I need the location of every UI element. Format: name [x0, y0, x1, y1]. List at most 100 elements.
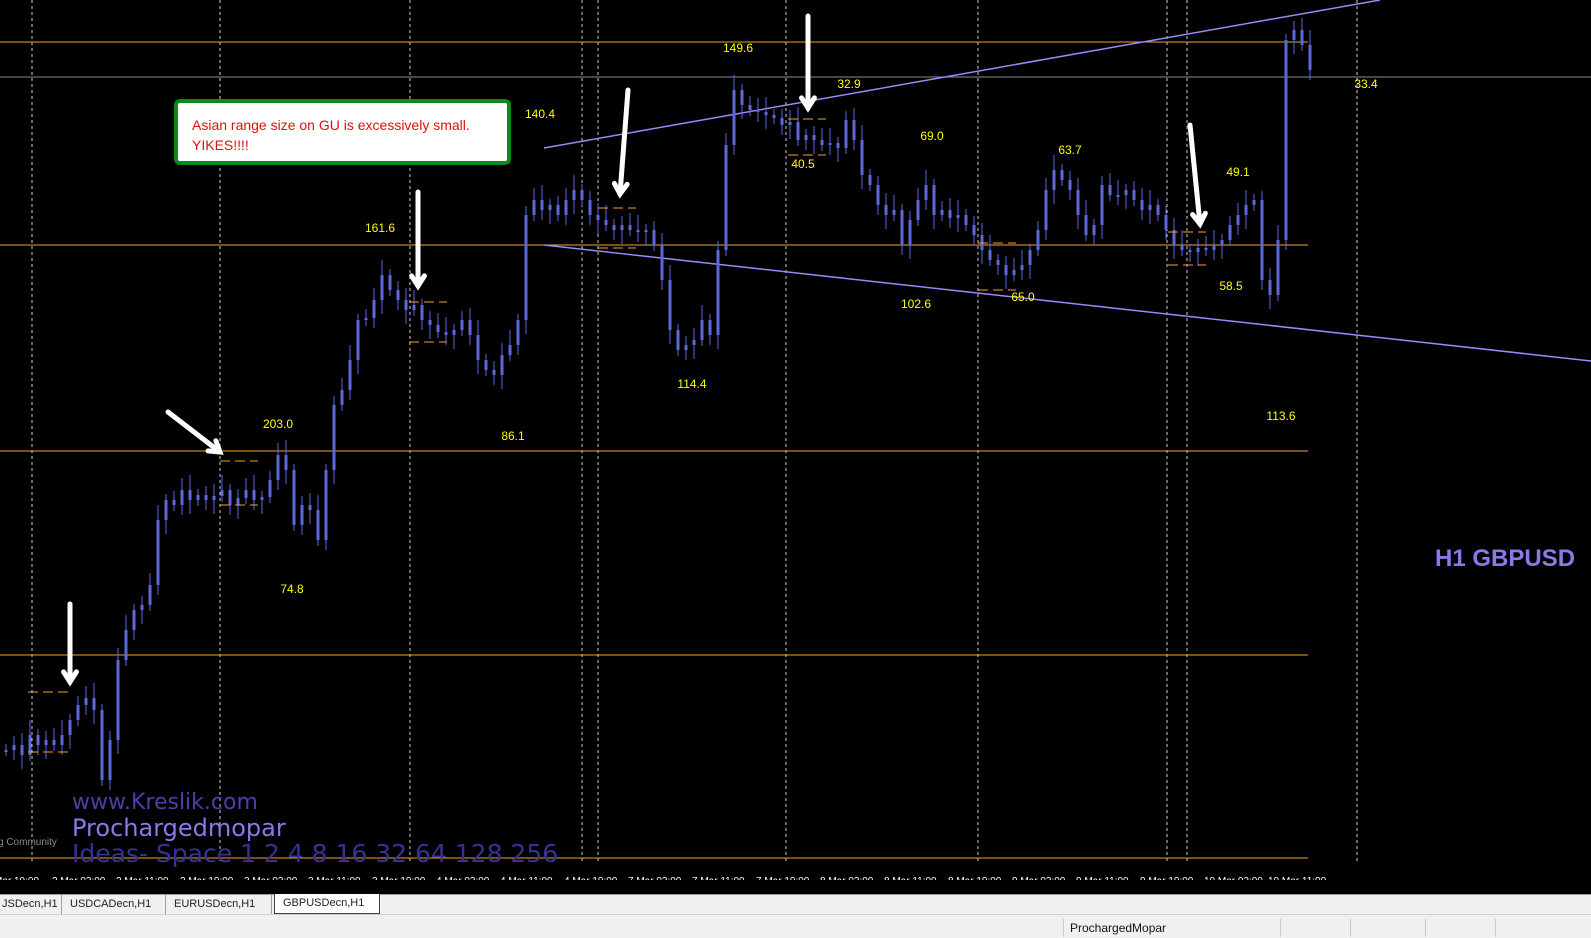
candle-body [452, 330, 456, 335]
candle-body [876, 185, 880, 205]
candle-body [444, 332, 448, 335]
candle-body [316, 510, 320, 540]
candle-body [900, 210, 904, 245]
candle-body [132, 610, 136, 630]
candle-body [36, 735, 40, 745]
range-size-label: 40.5 [791, 157, 815, 171]
annotation-callout: Asian range size on GU is excessively sm… [174, 99, 511, 165]
candle-body [812, 135, 816, 140]
time-axis-label: 8 Mar 11:00 [884, 876, 937, 880]
candle-body [204, 495, 208, 500]
candle-body [1132, 190, 1136, 200]
candle-body [188, 490, 192, 500]
candle-body [916, 200, 920, 220]
status-cell-empty-4 [1495, 919, 1591, 937]
status-cell-empty-1 [1280, 919, 1347, 937]
time-axis-label: 2 Mar 19:00 [180, 876, 233, 880]
status-profile: ProchargedMopar [1063, 919, 1280, 937]
range-size-label: 86.1 [501, 429, 525, 443]
candle-body [676, 330, 680, 350]
candle-body [1020, 265, 1024, 270]
candle-body [236, 498, 240, 505]
time-axis-label: 7 Mar 11:00 [692, 876, 745, 880]
candle-body [284, 455, 288, 470]
candle-body [612, 225, 616, 230]
candle-body [348, 360, 352, 390]
time-axis-label: 3 Mar 03:00 [244, 876, 297, 880]
candle-body [956, 215, 960, 218]
candle-body [76, 705, 80, 720]
candle-body [1268, 280, 1272, 295]
candle-body [908, 220, 912, 245]
time-axis-label: 10 Mar 11:00 [1268, 876, 1326, 880]
candle-body [596, 215, 600, 220]
candle-body [492, 370, 496, 375]
tab-usdcadecn[interactable]: USDCADecn,H1 [62, 895, 166, 914]
candle-body [20, 745, 24, 755]
candle-body [468, 320, 472, 335]
candle-body [700, 320, 704, 340]
range-size-label: 114.4 [677, 377, 707, 391]
candle-body [620, 225, 624, 230]
candle-body [756, 110, 760, 112]
status-cell-empty-2 [1350, 919, 1427, 937]
candle-body [1308, 45, 1312, 70]
candle-body [68, 720, 72, 735]
candle-body [52, 740, 56, 745]
candle-body [716, 250, 720, 335]
chart-area[interactable]: Asian range size on GU is excessively sm… [0, 0, 1591, 880]
candle-body [460, 320, 464, 330]
callout-line-2: YIKES!!!! [192, 137, 249, 153]
candle-body [324, 470, 328, 540]
candle-body [924, 185, 928, 200]
candle-body [836, 143, 840, 148]
time-axis-label: 9 Mar 11:00 [1076, 876, 1129, 880]
candle-body [572, 190, 576, 200]
candle-body [764, 112, 768, 115]
candle-body [84, 698, 88, 705]
candle-body [820, 140, 824, 145]
candle-body [724, 145, 728, 250]
candle-body [732, 90, 736, 145]
candle-body [100, 710, 104, 780]
time-axis-label: 3 Mar 19:00 [372, 876, 425, 880]
candle-body [1068, 180, 1072, 190]
range-size-label: 161.6 [364, 221, 396, 235]
arrow-annotation-icon [1187, 122, 1203, 227]
tab-eurusdecn[interactable]: EURUSDecn,H1 [166, 895, 272, 914]
candle-body [244, 490, 248, 498]
time-axis-label: 9 Mar 19:00 [1140, 876, 1193, 880]
candle-body [420, 305, 424, 320]
time-axis-label: Mar 19:00 [0, 876, 39, 880]
candle-body [428, 320, 432, 325]
candle-body [476, 335, 480, 360]
candle-body [972, 225, 976, 235]
candle-body [660, 245, 664, 280]
tab-gbpusdecn[interactable]: GBPUSDecn,H1 [274, 894, 380, 914]
tab-jsdecn[interactable]: JSDecn,H1 [0, 895, 62, 914]
candle-body [772, 115, 776, 118]
candle-body [92, 698, 96, 710]
time-axis-label: 2 Mar 03:00 [52, 876, 105, 880]
candle-body [252, 490, 256, 500]
candle-body [260, 497, 264, 500]
time-axis-label: 8 Mar 19:00 [948, 876, 1001, 880]
candle-body [1244, 205, 1248, 215]
candle-body [164, 500, 168, 520]
candle-body [548, 205, 552, 210]
candle-body [1052, 170, 1056, 190]
range-size-label: 63.7 [1058, 143, 1082, 157]
upper-trendline [543, 0, 1381, 149]
candle-body [588, 200, 592, 215]
time-axis-label: 2 Mar 11:00 [116, 876, 169, 880]
range-size-label: 102.6 [900, 297, 932, 311]
candle-body [556, 205, 560, 215]
candle-body [524, 215, 528, 320]
candle-body [1276, 240, 1280, 295]
candle-body [1180, 245, 1184, 250]
candle-body [1060, 170, 1064, 180]
candle-body [1156, 205, 1160, 215]
time-axis-label: 10 Mar 03:00 [1204, 876, 1263, 880]
candle-body [484, 360, 488, 370]
callout-line-1: Asian range size on GU is excessively sm… [192, 117, 470, 133]
